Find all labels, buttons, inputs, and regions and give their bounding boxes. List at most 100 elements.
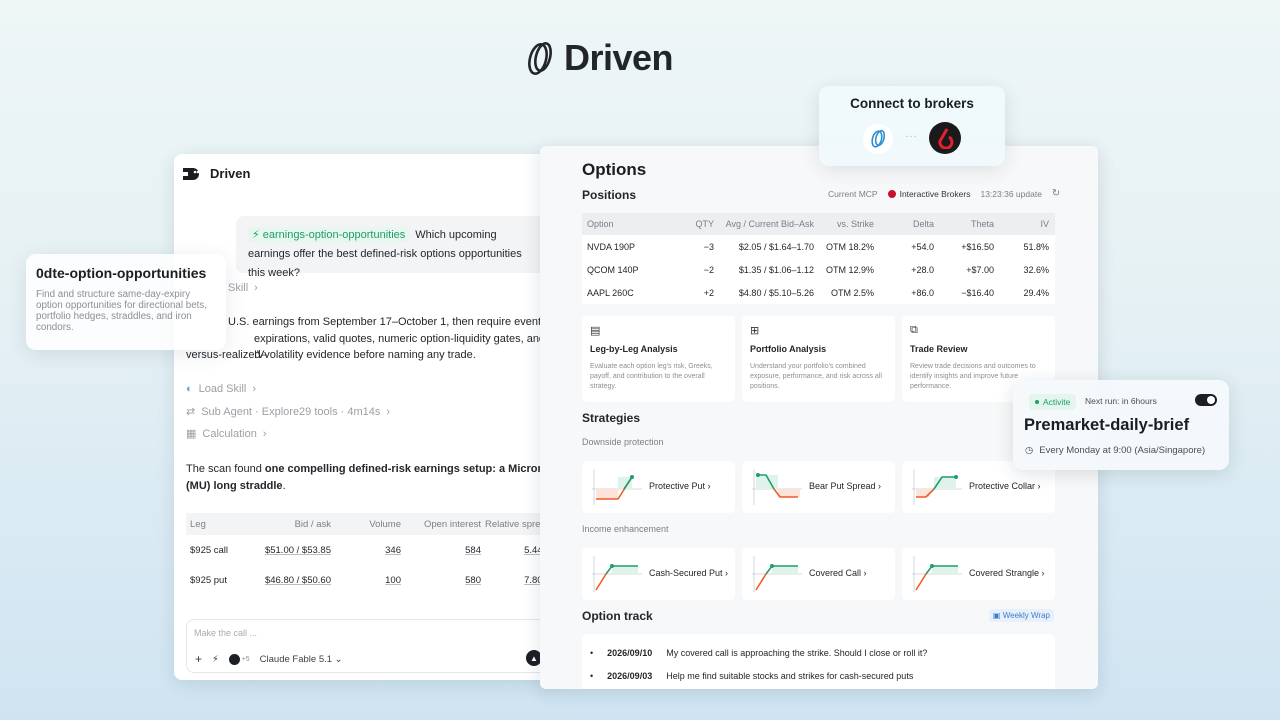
table-row: $925 call $51.00 / $53.85 346 584 5.44% [190, 544, 551, 556]
schedule-toggle[interactable] [1195, 394, 1217, 406]
payoff-chart-icon [912, 556, 962, 592]
add-icon[interactable]: + [195, 652, 202, 666]
analysis-name: Portfolio Analysis [750, 344, 827, 354]
mcp-label: Current MCP [828, 188, 878, 199]
grid-icon: ⊞ [750, 325, 760, 337]
payoff-chart-icon [752, 469, 802, 505]
reply-line-3: versus-realized-volatility evidence befo… [186, 349, 476, 361]
strategy-protective-put[interactable]: Protective Put › [582, 461, 735, 513]
connector-dots-icon: ··· [905, 131, 918, 142]
strategy-bear-put-spread[interactable]: Bear Put Spread › [742, 461, 895, 513]
weekly-wrap-button[interactable]: ▣ Weekly Wrap [988, 609, 1054, 622]
step-skill[interactable]: Skill › [228, 282, 258, 294]
chevron-right-icon: › [262, 427, 267, 440]
mcp-status: Current MCP Interactive Brokers 13:23:36… [828, 188, 1060, 199]
table-row[interactable]: NVDA 190P −3 $2.05 / $1.64–1.70 OTM 18.2% +5… [582, 235, 1055, 258]
strategy-label: Covered Call › [809, 568, 867, 578]
scan-summary: The scan found one compelling defined-ri… [186, 463, 545, 492]
connect-brokers-title: Connect to brokers [850, 96, 974, 111]
scheduled-task-card[interactable]: Activite Next run: in 6hours Premarket-d… [1013, 380, 1229, 470]
chat-panel: Driven ⚡ earnings-option-opportunities Wh… [174, 154, 557, 680]
payoff-chart-icon [592, 469, 642, 505]
refresh-icon[interactable]: ↻ [1052, 188, 1060, 199]
calculator-icon: ▦ [186, 428, 197, 440]
review-icon: ⧉ [910, 324, 918, 336]
task-schedule: ◷ Every Monday at 9:00 (Asia/Singapore) [1025, 445, 1206, 456]
analysis-card-leg[interactable]: ▤ Leg-by-Leg Analysis Evaluate each opti… [582, 316, 735, 402]
composer-placeholder[interactable]: Make the call ... [194, 628, 257, 638]
driven-logo-icon [528, 42, 552, 75]
payoff-chart-icon [912, 469, 962, 505]
table-row: $925 put $46.80 / $50.60 100 580 7.80% [190, 574, 551, 586]
table-header: Leg Bid / ask Volume Open interest Relat… [186, 513, 551, 535]
chat-header: Driven [182, 166, 250, 181]
chevron-down-icon: ⌄ [334, 653, 343, 665]
brand-logo: Driven [526, 37, 674, 78]
chevron-right-icon: › [386, 405, 391, 418]
chat-composer[interactable]: Make the call ... + ⚡ +5 Claude Fable 5.… [186, 619, 551, 673]
analysis-name: Trade Review [910, 344, 968, 354]
status-badge: Activite [1029, 394, 1077, 410]
analysis-name: Leg-by-Leg Analysis [590, 344, 678, 354]
skill-card-title: 0dte-option-opportunities [36, 265, 207, 281]
strategy-label: Cash-Secured Put › [649, 568, 729, 578]
chevron-right-icon: › [254, 282, 258, 294]
driven-broker-icon[interactable] [863, 124, 893, 154]
step-calculation[interactable]: ▦ Calculation › [186, 427, 267, 441]
model-select[interactable]: Claude Fable 5.1 ⌄ [260, 654, 343, 665]
options-title: Options [582, 160, 647, 179]
table-row[interactable]: QCOM 140P −2 $1.35 / $1.06–1.12 OTM 12.9% +2… [582, 258, 1055, 281]
broker-indicator[interactable]: Interactive Brokers [887, 189, 970, 199]
driven-app-icon [183, 167, 200, 180]
positions-table: Option QTY Avg / Current Bid–Ask vs. Str… [582, 213, 1055, 304]
ibkr-logo-icon [887, 189, 896, 198]
bullet-icon: • [590, 648, 594, 658]
bullet-icon: • [590, 671, 594, 681]
legs-table: Leg Bid / ask Volume Open interest Relat… [186, 513, 551, 595]
strategy-label: Bear Put Spread › [809, 481, 882, 491]
composer-tools: + ⚡ +5 Claude Fable 5.1 ⌄ [195, 652, 343, 666]
strategy-label: Protective Collar › [969, 481, 1041, 491]
strategy-label: Protective Put › [649, 481, 711, 491]
analysis-card-portfolio[interactable]: ⊞ Portfolio Analysis Understand your por… [742, 316, 895, 402]
analysis-desc: Understand your portfolio's combined exp… [750, 363, 882, 390]
step-label: Load Skill [198, 383, 247, 395]
layers-icon: ▤ [590, 325, 601, 337]
payoff-chart-icon [752, 556, 802, 592]
next-run: Next run: in 6hours [1085, 396, 1157, 406]
connector-count: +5 [241, 655, 250, 663]
strategy-covered-call[interactable]: Covered Call › [742, 548, 895, 600]
ibkr-broker-icon[interactable] [929, 122, 961, 154]
step-load-skill[interactable]: ◐ Load Skill › [186, 383, 256, 395]
task-title: Premarket-daily-brief [1024, 416, 1190, 434]
positions-title: Positions [582, 188, 637, 202]
option-track-list: • 2026/09/10 My covered call is approach… [582, 634, 1055, 689]
step-sub-agent[interactable]: ⇄ Sub Agent · Explore29 tools · 4m14s › [186, 405, 391, 419]
strategies-title: Strategies [582, 411, 641, 425]
subagent-icon: ⇄ [186, 406, 196, 418]
list-item[interactable]: • 2026/09/03 Help me find suitable stock… [590, 671, 913, 681]
analysis-desc: Evaluate each option leg's risk, Greeks,… [590, 363, 713, 390]
lightning-icon[interactable]: ⚡ [212, 654, 219, 665]
skill-card-description: Find and structure same-day-expiry optio… [36, 289, 208, 333]
table-header: Option QTY Avg / Current Bid–Ask vs. Str… [582, 213, 1055, 235]
option-track-title: Option track [582, 609, 653, 623]
step-label: Sub Agent · Explore29 tools · 4m14s [201, 405, 381, 418]
calendar-icon: ▣ [992, 611, 1001, 620]
strategy-label: Covered Strangle › [969, 568, 1045, 578]
skill-card[interactable]: 0dte-option-opportunities Find and struc… [26, 254, 226, 350]
connect-brokers-card[interactable]: Connect to brokers ··· [819, 86, 1005, 166]
reply-line-1: U.S. earnings from September 17–October … [228, 316, 545, 328]
brand-name: Driven [564, 37, 674, 78]
table-row[interactable]: AAPL 260C +2 $4.80 / $5.10–5.26 OTM 2.5% +86… [582, 281, 1055, 304]
list-item[interactable]: • 2026/09/10 My covered call is approach… [590, 648, 927, 658]
status-dot-icon [1035, 400, 1039, 404]
chat-title: Driven [210, 166, 251, 181]
strategy-covered-strangle[interactable]: Covered Strangle › [902, 548, 1055, 600]
chevron-right-icon: › [252, 383, 257, 395]
step-label: Calculation [202, 427, 257, 440]
update-time: 13:23:36 update [980, 188, 1042, 199]
strategy-cash-secured-put[interactable]: Cash-Secured Put › [582, 548, 735, 600]
skill-chip[interactable]: ⚡ earnings-option-opportunities [248, 227, 410, 243]
connector-avatars[interactable]: +5 [228, 653, 250, 665]
